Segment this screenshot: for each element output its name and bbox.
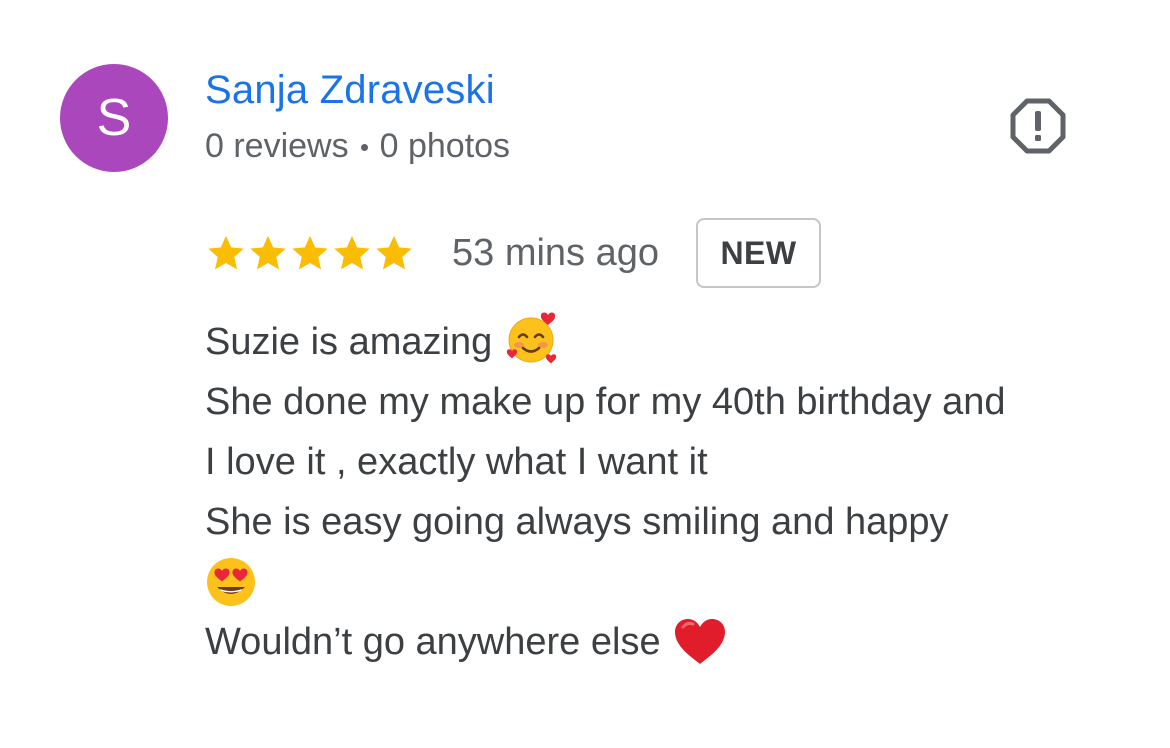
reviews-count: 0 reviews	[205, 127, 349, 165]
meta-separator-dot	[360, 144, 368, 151]
review-line-2: She done my make up for my 40th birthday…	[205, 381, 1006, 423]
review-line-1: Suzie is amazing	[205, 312, 1145, 372]
review-text: Suzie is amazing She done my make up for…	[205, 312, 1145, 672]
star-icon	[292, 235, 328, 270]
review-line-3: I love it , exactly what I want it	[205, 441, 708, 483]
star-rating	[205, 232, 415, 274]
reviewer-meta: 0 reviews 0 photos	[205, 127, 510, 166]
star-icon	[208, 235, 244, 270]
report-octagon-icon	[1010, 98, 1066, 154]
new-badge: NEW	[696, 218, 822, 288]
star-icon	[334, 235, 370, 270]
review-card: S Sanja Zdraveski 0 reviews 0 photos 53 …	[0, 0, 1170, 748]
photos-count: 0 photos	[379, 127, 511, 165]
review-line-5	[205, 552, 1145, 612]
report-review-button[interactable]	[1008, 96, 1068, 156]
avatar[interactable]: S	[60, 64, 168, 172]
heart-eyes-emoji	[207, 558, 255, 606]
avatar-letter: S	[96, 89, 132, 147]
smiling-face-with-hearts-emoji	[507, 312, 557, 364]
reviewer-name-link[interactable]: Sanja Zdraveski	[205, 68, 495, 113]
red-heart-emoji	[674, 619, 725, 664]
rating-row: 53 mins ago NEW	[205, 216, 822, 290]
review-line-4: She is easy going always smiling and hap…	[205, 501, 949, 543]
star-icon	[376, 235, 412, 270]
review-line-1-text: Suzie is amazing	[205, 321, 493, 363]
review-line-6-text: Wouldn’t go anywhere else	[205, 621, 661, 663]
review-line-6: Wouldn’t go anywhere else	[205, 612, 1145, 672]
review-time: 53 mins ago	[452, 231, 660, 274]
star-icon	[250, 235, 286, 270]
